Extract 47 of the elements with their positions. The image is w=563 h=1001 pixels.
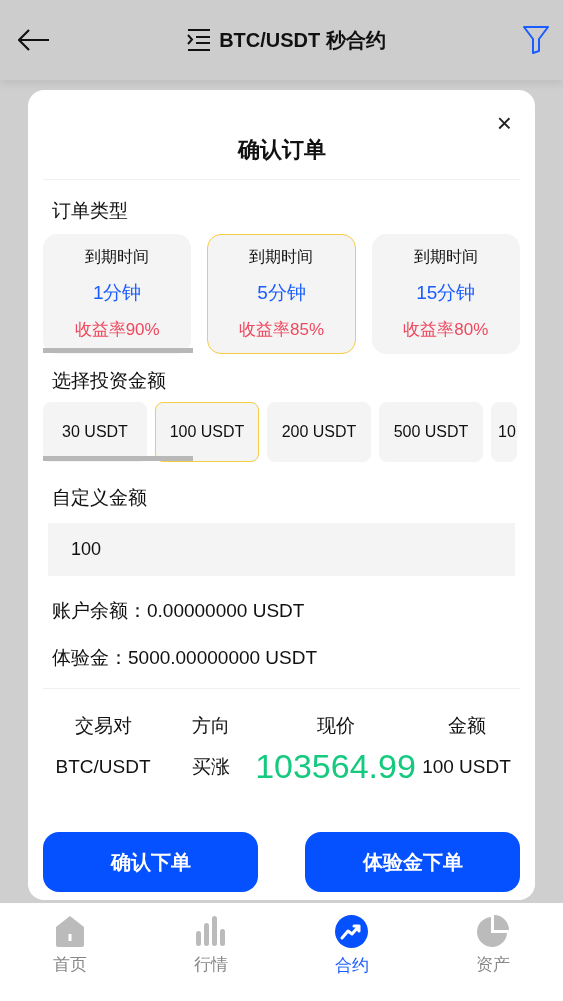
table-cell: 100 USDT <box>422 755 511 778</box>
order-type-card[interactable]: 到期时间 1分钟 收益率90% <box>43 234 192 354</box>
table-cell: BTC/USDT <box>55 755 151 778</box>
column-header: 金额 <box>447 714 486 738</box>
expiry-caption: 到期时间 <box>249 247 314 267</box>
duration-value: 1分钟 <box>92 281 142 305</box>
return-rate: 收益率85% <box>238 319 324 341</box>
column-header: 交易对 <box>74 714 132 738</box>
filter-icon[interactable] <box>523 26 549 54</box>
menu-icon[interactable] <box>187 29 212 51</box>
expiry-caption: 到期时间 <box>85 247 150 267</box>
column-header: 方向 <box>191 714 230 738</box>
section-label: 自定义金额 <box>51 486 148 510</box>
column-header: 现价 <box>316 714 355 738</box>
amount-chip[interactable]: 500 USDT <box>379 402 483 462</box>
amount-input-field[interactable]: 100 <box>48 523 515 576</box>
amount-chip[interactable]: 10 <box>491 402 517 462</box>
duration-value: 5分钟 <box>257 281 306 305</box>
order-type-card[interactable]: 到期时间 5分钟 收益率85% <box>207 234 356 354</box>
close-button[interactable]: × <box>492 108 516 139</box>
confirm-order-button[interactable]: 确认下单 <box>43 832 258 892</box>
return-rate: 收益率80% <box>403 319 489 341</box>
section-label: 订单类型 <box>51 199 129 223</box>
bar-chart-icon <box>195 915 228 947</box>
section-label: 选择投资金额 <box>51 369 167 393</box>
trend-up-icon <box>335 915 369 948</box>
return-rate: 收益率90% <box>74 319 160 341</box>
price-value: 103564.99 <box>255 747 416 786</box>
back-arrow-icon[interactable] <box>18 29 50 51</box>
duration-value: 15分钟 <box>416 281 476 305</box>
amount-chip[interactable]: 30 USDT <box>43 402 147 462</box>
dialog-title: 确认订单 <box>237 136 326 164</box>
nav-tab[interactable]: 行情 <box>140 903 282 1001</box>
amount-chip[interactable]: 200 USDT <box>267 402 371 462</box>
page-title: BTC/USDT 秒合约 <box>219 27 386 53</box>
home-icon <box>55 915 86 947</box>
table-cell-text: 买涨 <box>191 754 230 779</box>
account-balance: 账户余额：0.00000000 USDT <box>51 599 306 623</box>
nav-tab[interactable]: 首页 <box>0 903 141 1001</box>
nav-tab[interactable]: 合约 <box>281 903 423 1001</box>
order-type-card[interactable]: 到期时间 15分钟 收益率80% <box>371 234 520 354</box>
pie-chart-icon <box>476 915 509 947</box>
amount-chip[interactable]: 100 USDT <box>155 402 259 462</box>
trial-funds: 体验金：5000.00000000 USDT <box>51 646 319 670</box>
trial-order-button[interactable]: 体验金下单 <box>305 832 520 892</box>
expiry-caption: 到期时间 <box>413 247 478 267</box>
nav-tab[interactable]: 资产 <box>422 903 563 1001</box>
